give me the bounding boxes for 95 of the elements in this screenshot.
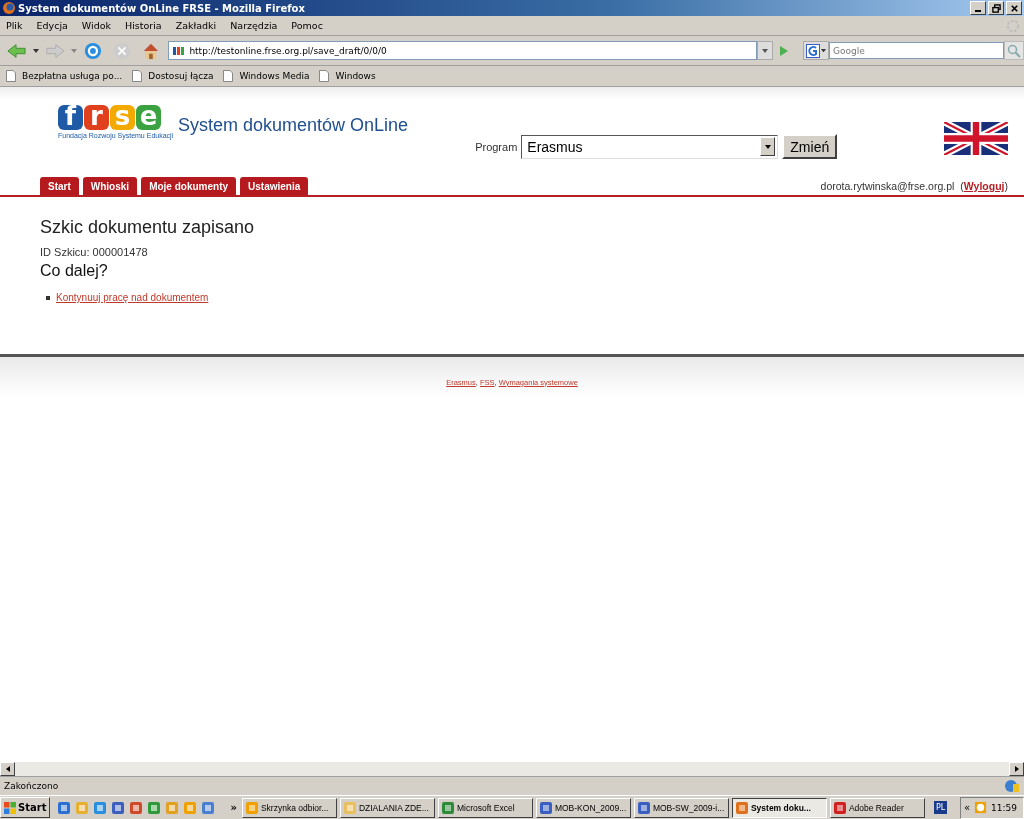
arrow-right-icon[interactable]	[1014, 766, 1019, 772]
search-engine-button[interactable]	[803, 41, 829, 60]
logo-letter: e	[136, 105, 161, 130]
tray-toggle[interactable]: «	[963, 802, 971, 813]
clock-icon[interactable]	[974, 801, 988, 814]
menu-item[interactable]: Edycja	[36, 20, 68, 31]
user-email: dorota.rytwinska@frse.org.pl	[820, 180, 955, 192]
site-icon	[173, 44, 186, 57]
throbber-icon	[1006, 18, 1020, 33]
page-icon	[6, 70, 16, 82]
nav-tab[interactable]: Ustawienia	[240, 177, 309, 195]
bookmark-item[interactable]: Bezpłatna usługa po...	[6, 70, 123, 82]
nav-tab[interactable]: Whioski	[82, 177, 138, 195]
app-icon[interactable]	[129, 800, 144, 815]
language-indicator[interactable]: PL	[933, 801, 948, 814]
search-icon	[1007, 43, 1022, 58]
section-heading: Co dalej?	[40, 262, 109, 280]
app-icon	[244, 800, 259, 815]
menu-item[interactable]: Narzędzia	[230, 20, 278, 31]
page-icon	[223, 70, 234, 82]
app-icon[interactable]	[57, 800, 72, 815]
app-icon	[440, 800, 455, 815]
program-label: Program	[475, 140, 518, 153]
address-field[interactable]: http://testonline.frse.org.pl/save_draft/0/0/0	[168, 41, 758, 60]
site-title: System dokumentów OnLine	[178, 115, 409, 136]
forward-icon	[44, 41, 65, 60]
four-squares-icon	[4, 801, 16, 814]
bookmark-item[interactable]: Dostosuj łącza	[132, 70, 214, 82]
minimize-button[interactable]	[970, 1, 986, 15]
taskbar-button[interactable]: Skrzynka odbior...	[241, 797, 337, 818]
taskbar-button[interactable]: MOB-SW_2009-i...	[633, 797, 729, 818]
horizontal-scrollbar[interactable]	[0, 761, 1024, 776]
nav-tab[interactable]: Moje dokumenty	[141, 177, 237, 195]
page-heading: Szkic dokumentu zapisano	[40, 217, 256, 238]
bullet-icon	[46, 295, 50, 300]
flag-icon[interactable]	[944, 122, 1008, 155]
taskbar-button[interactable]: MOB-KON_2009...	[535, 797, 631, 818]
app-icon	[636, 800, 651, 815]
nav-tab[interactable]: Start	[40, 177, 79, 195]
bookmark-item[interactable]: Windows	[319, 70, 376, 82]
close-button[interactable]	[1006, 1, 1022, 15]
taskbar-button[interactable]: Adobe Reader	[829, 797, 925, 818]
status-text: Zakończono	[4, 781, 60, 791]
change-button[interactable]: Zmień	[782, 134, 838, 159]
search-button[interactable]	[1004, 41, 1024, 60]
app-icon[interactable]	[111, 800, 126, 815]
addon-icon	[1004, 778, 1020, 794]
taskbar-button[interactable]: System doku...	[731, 797, 827, 818]
app-icon	[832, 800, 847, 815]
search-engine-icon	[806, 43, 820, 58]
logo-letter: s	[110, 105, 135, 130]
page-icon	[319, 70, 330, 82]
start-button[interactable]: Start	[0, 797, 51, 818]
logo-letter: f	[58, 105, 83, 130]
caret-icon[interactable]	[32, 48, 39, 53]
more-button[interactable]: »	[230, 802, 237, 813]
caret-icon	[764, 144, 771, 149]
stop-icon	[111, 41, 132, 60]
bookmark-item[interactable]: Windows Media	[223, 70, 310, 82]
continue-link[interactable]: Kontynuuj pracę nad dokumentem	[56, 292, 209, 303]
logo-letter: r	[84, 105, 109, 130]
draft-id: ID Szkicu: 000001478	[40, 246, 149, 258]
restore-icon	[991, 3, 1001, 13]
app-icon[interactable]	[147, 800, 162, 815]
app-icon[interactable]	[165, 800, 180, 815]
menu-item[interactable]: Historia	[125, 20, 162, 31]
dropdown-button[interactable]	[757, 41, 774, 60]
parenthesis: (	[960, 180, 964, 192]
back-icon[interactable]	[7, 41, 27, 60]
taskbar-button[interactable]: Microsoft Excel	[437, 797, 533, 818]
menu-item[interactable]: Zakładki	[175, 20, 217, 31]
menu-item[interactable]: Pomoc	[291, 20, 323, 31]
app-icon	[538, 800, 553, 815]
caret-icon	[821, 48, 826, 53]
firefox-icon	[2, 1, 16, 15]
app-icon	[734, 800, 749, 815]
minimize-icon	[975, 9, 981, 12]
clock: 11:59	[991, 802, 1017, 813]
reload-icon[interactable]	[82, 41, 103, 60]
menu-item[interactable]: Plik	[6, 20, 23, 31]
arrow-left-icon[interactable]	[5, 766, 10, 772]
page-icon	[132, 70, 143, 82]
search-field[interactable]: Google	[829, 42, 1005, 59]
play-icon	[779, 44, 790, 57]
app-icon[interactable]	[93, 800, 108, 815]
restore-button[interactable]	[988, 1, 1004, 15]
taskbar-button[interactable]: DZIALANIA ZDE...	[339, 797, 435, 818]
program-select[interactable]: Erasmus	[521, 134, 779, 159]
window-title: System dokumentów OnLine FRSE - Mozilla Firefox	[18, 2, 306, 14]
app-icon	[342, 800, 357, 815]
app-icon[interactable]	[201, 800, 216, 815]
menu-item[interactable]: Widok	[81, 20, 112, 31]
close-icon	[1009, 3, 1019, 13]
caret-icon	[762, 48, 769, 53]
parenthesis: )	[1004, 180, 1008, 192]
